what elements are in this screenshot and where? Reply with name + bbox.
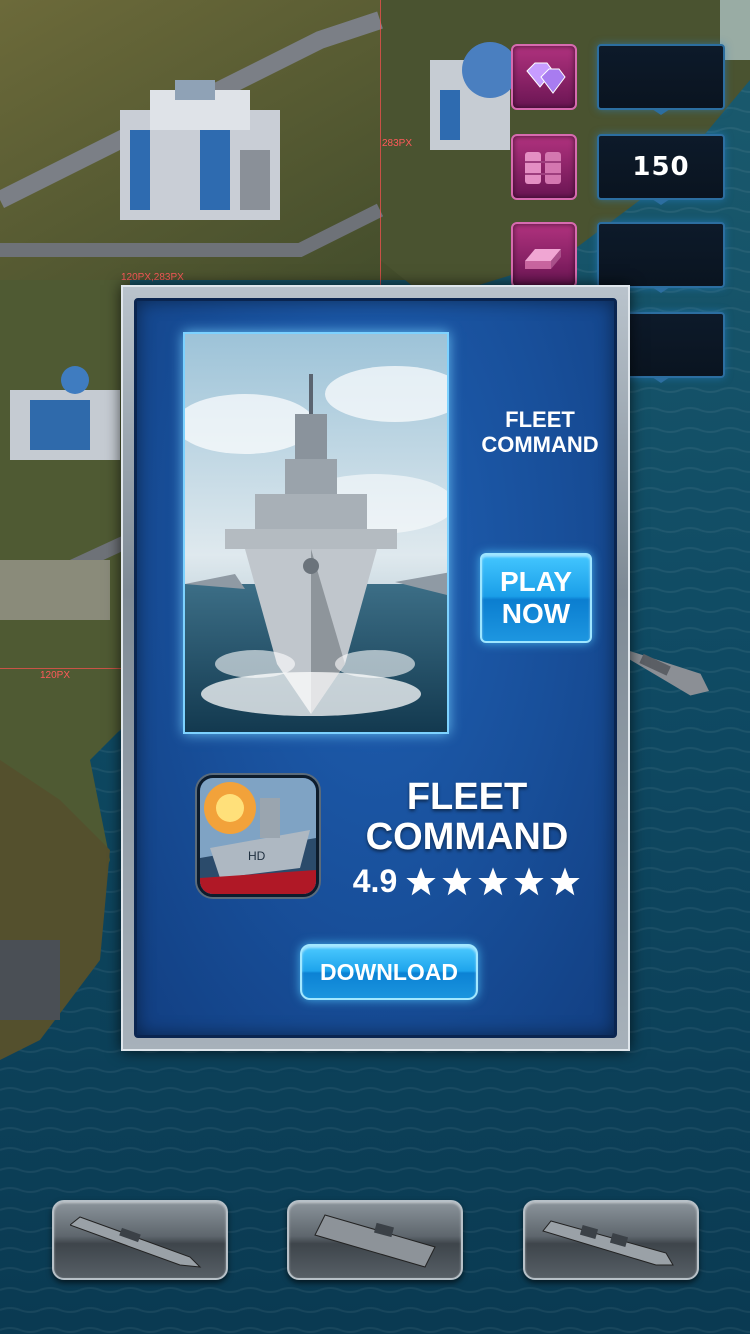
promo-popup: FLEET COMMAND PLAY NOW HD FLEET COMMAND … — [121, 285, 630, 1051]
star-icon — [478, 866, 508, 895]
app-name: FLEET COMMAND — [365, 776, 569, 858]
gems-counter — [597, 44, 725, 110]
guide-line-horizontal — [0, 668, 121, 669]
aircraft-carrier-button[interactable] — [287, 1200, 463, 1280]
app-icon-badge: HD — [248, 849, 266, 863]
play-now-label: PLAY NOW — [499, 566, 573, 629]
oil-counter: 150 — [597, 134, 725, 200]
battleship-button[interactable] — [523, 1200, 699, 1280]
battleship-icon — [542, 1220, 674, 1266]
gems-icon[interactable] — [511, 44, 577, 110]
destroyer-icon — [70, 1216, 202, 1268]
promo-title: FLEET COMMAND — [481, 407, 599, 457]
play-now-button[interactable]: PLAY NOW — [480, 553, 592, 643]
metal-ingots-icon[interactable] — [511, 222, 577, 288]
aircraft-carrier-icon — [314, 1214, 436, 1268]
guide-label-corner: 120PX,283PX — [121, 272, 184, 283]
star-icon — [406, 866, 436, 895]
rating-row: 4.9 — [337, 863, 597, 900]
star-icon — [514, 866, 544, 895]
destroyer-button[interactable] — [52, 1200, 228, 1280]
rating-value: 4.9 — [352, 863, 398, 899]
guide-label-left: 120PX — [40, 670, 71, 681]
star-icon — [550, 866, 580, 895]
oil-barrels-icon[interactable] — [511, 134, 577, 200]
game-screenshot[interactable] — [183, 332, 449, 734]
guide-label-top: 283PX — [382, 138, 413, 149]
promo-popup-body: FLEET COMMAND PLAY NOW HD FLEET COMMAND … — [134, 298, 617, 1038]
guide-line-vertical — [380, 0, 381, 285]
download-label: DOWNLOAD — [320, 958, 458, 985]
app-icon[interactable]: HD — [197, 775, 319, 897]
download-button[interactable]: DOWNLOAD — [300, 944, 478, 1000]
metal-counter — [597, 222, 725, 288]
star-icon — [442, 866, 472, 895]
